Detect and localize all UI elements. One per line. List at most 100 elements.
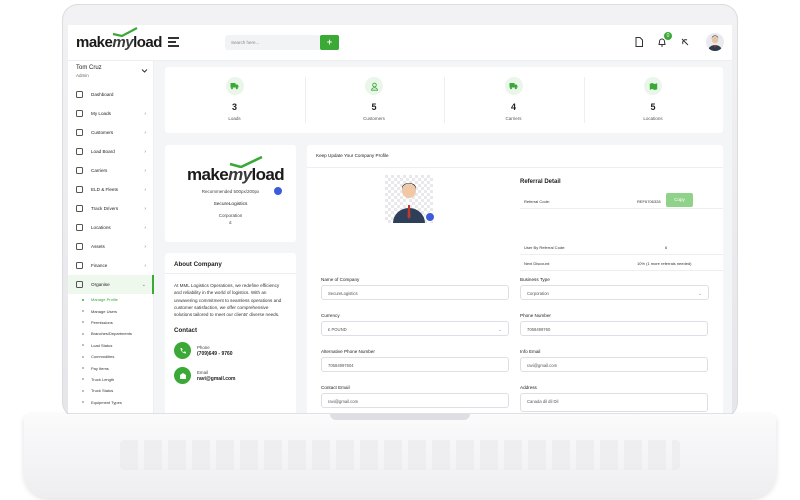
currency-label: Currency (321, 313, 340, 318)
business-type-select[interactable]: Corporation ⌄ (520, 285, 709, 300)
stat-value: 3 (231, 102, 237, 112)
laptop-frame: makemyload Search here... + 0 Tom Cruz A… (0, 0, 800, 500)
app-screen: makemyload Search here... + 0 Tom Cruz A… (68, 25, 732, 413)
sidebar-item-label: Locations (91, 225, 111, 230)
company-currency: £ (229, 220, 232, 225)
stat-locations[interactable]: 5 Locations (584, 67, 723, 133)
alt-phone-input[interactable]: 70684997604 (321, 357, 509, 372)
laptop-hinge (330, 414, 470, 420)
phone-label: Phone Number (520, 313, 551, 318)
assets-icon (76, 243, 83, 250)
chevron-icon: › (144, 130, 146, 136)
contact-email[interactable]: Email ravi@gmail.com (174, 367, 287, 385)
stat-label: Loads (228, 116, 241, 121)
chevron-icon: › (144, 244, 146, 250)
about-title: About Company (174, 261, 222, 268)
company-name: SecureLogistics (213, 202, 248, 207)
company-logo-card: makemyload Recommended 500px/200px Secur… (165, 145, 296, 242)
sidebar-item-carriers[interactable]: Carriers › (68, 161, 154, 180)
track-icon (76, 205, 83, 212)
chevron-icon: › (144, 263, 146, 269)
truck-icon (225, 77, 244, 95)
submenu-item[interactable]: Pay Items (82, 362, 154, 373)
document-icon[interactable] (633, 36, 645, 48)
copy-button[interactable]: Copy (666, 193, 693, 207)
search-input[interactable]: Search here... (225, 35, 321, 50)
sidebar-item-label: Carriers (91, 168, 108, 173)
contact-title: Contact (174, 327, 198, 335)
about-text: At MML Logistics Operations, we redefine… (174, 283, 282, 318)
submenu-item[interactable]: Commodities (82, 351, 154, 362)
brand-logo[interactable]: makemyload (76, 27, 162, 51)
truck-icon (504, 77, 523, 95)
stat-carriers[interactable]: 4 Carriers (444, 67, 583, 133)
info-email-input[interactable]: ravi@gmail.com (520, 357, 708, 372)
company-type: Corporation (218, 213, 243, 218)
next-discount-row: Next Discount: 10% (1 more referrals need… (520, 255, 723, 271)
stats-card: 3 Loads 5 Customers 4 Carriers 5 Locations (165, 67, 723, 133)
notification-badge: 0 (664, 32, 672, 40)
phone-input[interactable]: 7068499760 (520, 321, 708, 336)
fleet-icon (76, 186, 83, 193)
chevron-icon: › (144, 187, 146, 193)
submenu-item[interactable]: Manage Users (82, 305, 154, 316)
sidebar-item-organise[interactable]: Organise ⌄ (68, 275, 154, 294)
camera-icon[interactable] (425, 212, 435, 222)
email-icon (174, 367, 191, 385)
carriers-icon (76, 167, 83, 174)
company-logo[interactable]: makemyload (187, 156, 285, 185)
submenu-item[interactable]: Equipment Types (82, 397, 154, 408)
about-card: About Company At MML Logistics Operation… (165, 253, 296, 413)
menu-toggle-icon[interactable] (168, 37, 179, 47)
logo-check-icon (229, 156, 263, 168)
contact-email-input[interactable]: ravi@gmail.com (321, 393, 509, 408)
stat-customers[interactable]: 5 Customers (305, 67, 444, 133)
referral-users-row: User By Referral Code: 6 (520, 239, 723, 255)
stat-value: 5 (371, 102, 377, 112)
submenu-item[interactable]: Permissions (82, 317, 154, 328)
chevron-down-icon[interactable] (141, 67, 148, 74)
info-email-label: Info Email (520, 349, 541, 354)
company-name-label: Name of Company (321, 277, 360, 282)
referral-title: Referral Detail (520, 179, 561, 185)
add-button[interactable]: + (320, 35, 339, 50)
sidebar-item-assets[interactable]: Assets › (68, 237, 154, 256)
chevron-icon: › (144, 225, 146, 231)
sidebar-item-track-drivers[interactable]: Track Drivers › (68, 199, 154, 218)
submenu-item[interactable]: Truck Status (82, 385, 154, 396)
user-name: Tom Cruz (76, 65, 102, 71)
contact-phone[interactable]: Phone (709)649 - 9760 (174, 342, 287, 360)
address-textarea[interactable]: Canada dil dil Dil (520, 393, 708, 412)
chevron-icon: › (144, 111, 146, 117)
sidebar-item-eld-fleets[interactable]: ELD & Fleets › (68, 180, 154, 199)
load-board-icon (76, 148, 83, 155)
sidebar-item-my-loads[interactable]: My Loads › (68, 104, 154, 123)
chevron-icon: › (144, 206, 146, 212)
sidebar-item-dashboard[interactable]: Dashboard (68, 85, 154, 104)
profile-title: Keep Update Your Company Profile (316, 153, 389, 158)
stat-label: Locations (643, 116, 663, 121)
chevron-icon: › (144, 149, 146, 155)
submenu-item[interactable]: Truck Length (82, 374, 154, 385)
sidebar-nav: Dashboard My Loads › Customers › Load Board › C… (68, 85, 154, 408)
user-role: Admin (76, 73, 89, 78)
sidebar-item-load-board[interactable]: Load Board › (68, 142, 154, 161)
theme-icon[interactable] (679, 36, 691, 48)
submenu-item[interactable]: Load Status (82, 340, 154, 351)
organise-submenu: Manage Profile Manage Users Permissions Bra… (68, 294, 154, 408)
stat-loads[interactable]: 3 Loads (165, 67, 304, 133)
submenu-item[interactable]: Branches/Departments (82, 328, 154, 339)
location-icon (76, 224, 83, 231)
sidebar-item-locations[interactable]: Locations › (68, 218, 154, 237)
stat-label: Carriers (505, 116, 522, 121)
sidebar-item-label: My Loads (91, 111, 111, 116)
sidebar-item-finance[interactable]: Finance › (68, 256, 154, 275)
camera-icon[interactable] (273, 186, 283, 196)
submenu-item[interactable]: Manage Profile (82, 294, 154, 305)
company-name-input[interactable]: SecureLogistics (321, 285, 509, 300)
avatar[interactable] (706, 33, 724, 51)
sidebar-item-customers[interactable]: Customers › (68, 123, 154, 142)
profile-card: Keep Update Your Company Profile Referra… (307, 145, 723, 413)
currency-select[interactable]: £ POUND ⌄ (321, 321, 509, 336)
sidebar: Tom Cruz Admin Dashboard My Loads › Custome… (68, 61, 154, 413)
